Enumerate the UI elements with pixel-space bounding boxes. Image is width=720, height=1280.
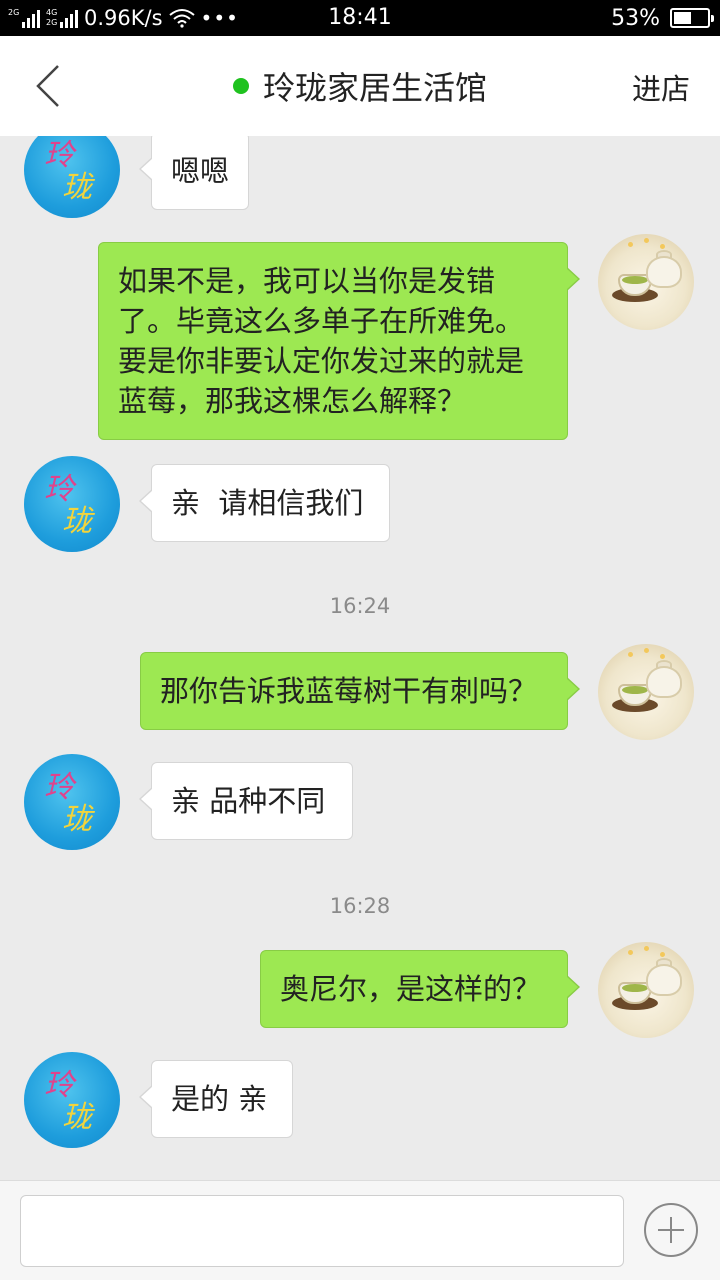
shop-avatar[interactable]: 玲 珑 bbox=[24, 136, 120, 218]
message-bubble-shop[interactable]: 嗯嗯 bbox=[139, 136, 249, 210]
message-bubble-user[interactable]: 如果不是，我可以当你是发错了。毕竟这么多单子在所难免。要是你非要认定你发过来的就… bbox=[98, 242, 580, 440]
battery-percent: 53% bbox=[611, 5, 660, 31]
battery-icon bbox=[670, 8, 714, 28]
message-input[interactable] bbox=[20, 1195, 624, 1267]
battery-fill bbox=[674, 12, 691, 24]
shop-avatar[interactable]: 玲 珑 bbox=[24, 1052, 120, 1148]
user-avatar[interactable] bbox=[598, 644, 694, 740]
status-right: 53% bbox=[611, 0, 714, 36]
online-status-dot bbox=[232, 78, 249, 94]
timestamp: 16:28 bbox=[329, 894, 391, 918]
chat-area[interactable]: 玲 珑 嗯嗯 如果不是，我可以当你是发错了。毕竟这么多单子在所难免。要是你非要认… bbox=[0, 136, 720, 1180]
message-bubble-user[interactable]: 奥尼尔，是这样的？ bbox=[260, 950, 580, 1028]
enter-shop-button[interactable]: 进店 bbox=[632, 66, 690, 108]
avatar-text: 珑 bbox=[62, 504, 92, 539]
input-bar bbox=[0, 1180, 720, 1280]
chat-header: 玲珑家居生活馆 进店 bbox=[0, 36, 720, 136]
shop-avatar[interactable]: 玲 珑 bbox=[24, 456, 120, 552]
shop-avatar[interactable]: 玲 珑 bbox=[24, 754, 120, 850]
message-bubble-shop[interactable]: 亲 请相信我们 bbox=[139, 464, 390, 542]
back-arrow-icon[interactable] bbox=[30, 62, 70, 110]
user-avatar[interactable] bbox=[598, 234, 694, 330]
avatar-text: 珑 bbox=[62, 1100, 92, 1135]
title-group: 玲珑家居生活馆 bbox=[0, 36, 720, 136]
message-bubble-user[interactable]: 那你告诉我蓝莓树干有刺吗？ bbox=[140, 652, 580, 730]
page-title: 玲珑家居生活馆 bbox=[262, 69, 487, 107]
avatar-text: 珑 bbox=[62, 170, 92, 205]
avatar-text: 珑 bbox=[62, 802, 92, 837]
status-bar: 2G 4G 2G 0.96K/s ••• 18:41 53% bbox=[0, 0, 720, 36]
timestamp: 16:24 bbox=[329, 594, 391, 618]
message-bubble-shop[interactable]: 亲 品种不同 bbox=[139, 762, 353, 840]
add-attachment-button[interactable] bbox=[644, 1203, 698, 1257]
message-bubble-shop[interactable]: 是的 亲 bbox=[139, 1060, 293, 1138]
user-avatar[interactable] bbox=[598, 942, 694, 1038]
